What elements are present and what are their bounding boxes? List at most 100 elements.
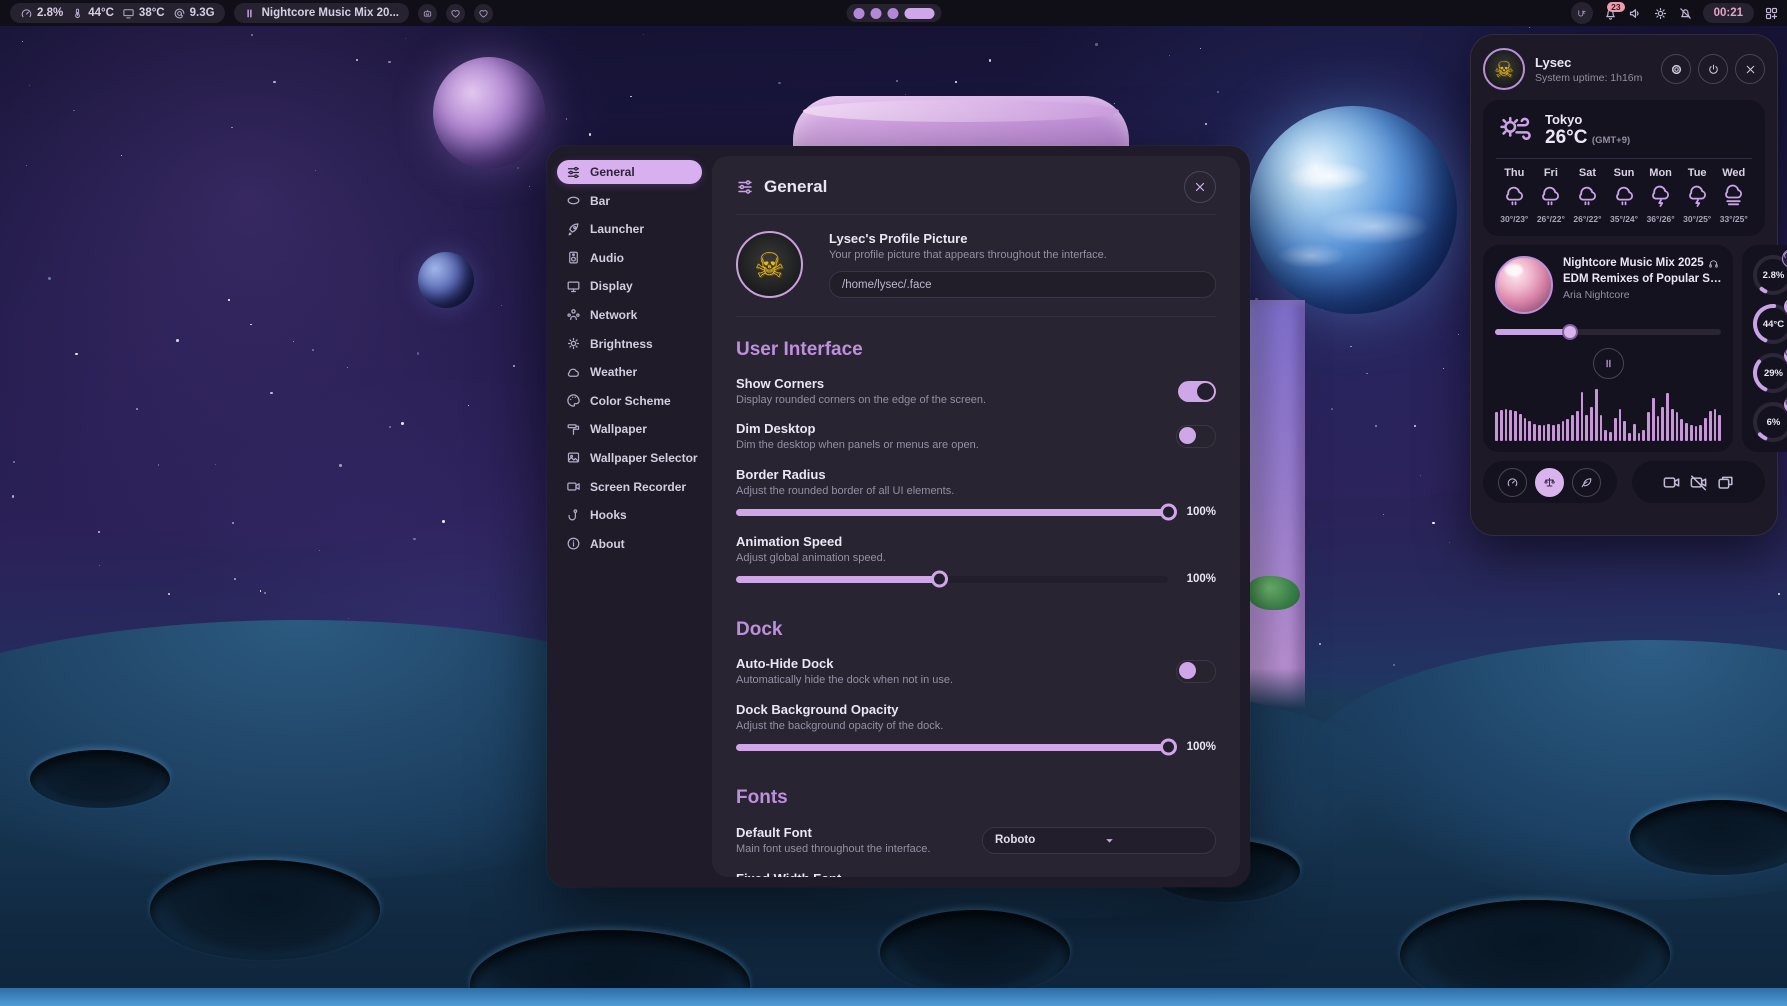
content-header: General — [736, 156, 1216, 214]
power-button[interactable] — [1698, 54, 1728, 84]
gauge-icon — [1506, 476, 1519, 489]
border-radius-value: 100% — [1180, 506, 1216, 518]
gpu-temp-stat: 38°C — [122, 7, 165, 20]
pause-button[interactable] — [1593, 348, 1624, 379]
network-stat: 9.3G — [173, 7, 215, 20]
wallpaper-bush — [1248, 576, 1300, 610]
slider-knob[interactable] — [1160, 739, 1177, 756]
forecast-day: Mon 36°/26° — [1642, 167, 1679, 224]
media-artist: Aria Nightcore — [1563, 289, 1721, 301]
system-uptime: System uptime: 1h16m — [1535, 72, 1651, 84]
do-not-disturb-button[interactable] — [1678, 6, 1693, 21]
weather-forecast: Thu 30°/23° Fri 26°/22° Sat 26°/22° Sun — [1496, 167, 1752, 224]
temperature-gauge: 44°C — [1751, 302, 1787, 346]
screen-record-off-button[interactable] — [1689, 473, 1708, 492]
settings-sidebar: General Bar Launcher Audio Display Netwo… — [557, 156, 702, 877]
slider-knob[interactable] — [1160, 504, 1177, 521]
headphones-icon — [1708, 258, 1719, 269]
system-stats-pill[interactable]: 2.8% 44°C 38°C 9.3G — [10, 3, 225, 23]
weather-card: Tokyo 26°C (GMT+9) Thu 30°/23° Fri 26°/2… — [1483, 100, 1765, 236]
workspace-dot[interactable] — [887, 8, 898, 19]
temperature-icon — [71, 7, 84, 20]
sidebar-item-screen-recorder[interactable]: Screen Recorder — [557, 475, 702, 499]
progress-knob[interactable] — [1562, 324, 1578, 340]
profile-avatar[interactable]: ☠ — [736, 231, 803, 298]
screenshot-button[interactable] — [1716, 473, 1735, 492]
album-art — [1495, 256, 1553, 314]
power-saver-profile-button[interactable] — [1572, 468, 1601, 497]
sidebar-item-network[interactable]: Network — [557, 303, 702, 327]
sidebar-item-wallpaper-selector[interactable]: Wallpaper Selector — [557, 446, 702, 470]
workspace-dot[interactable] — [853, 8, 864, 19]
brightness-button[interactable] — [1653, 6, 1668, 21]
auto-hide-dock-toggle[interactable] — [1176, 660, 1216, 683]
sidebar-item-hooks[interactable]: Hooks — [557, 503, 702, 527]
default-font-dropdown[interactable]: Roboto — [982, 827, 1216, 854]
bar-icon — [566, 193, 581, 208]
emoji-picker-button[interactable] — [418, 4, 437, 23]
notifications-button[interactable]: 23 — [1603, 6, 1618, 21]
sidebar-item-general[interactable]: General — [557, 160, 702, 184]
favorite-button-2[interactable] — [474, 4, 493, 23]
workspace-dot[interactable] — [870, 8, 881, 19]
sidebar-item-audio[interactable]: Audio — [557, 246, 702, 270]
screen-record-button[interactable] — [1662, 473, 1681, 492]
image-icon — [566, 450, 581, 465]
sidebar-item-weather[interactable]: Weather — [557, 360, 702, 384]
show-corners-toggle[interactable] — [1178, 381, 1216, 402]
power-icon — [1707, 63, 1720, 76]
cpu-stat: 2.8% — [20, 7, 63, 20]
setting-dock-opacity: Dock Background Opacity Adjust the backg… — [736, 702, 1216, 732]
sidebar-item-brightness[interactable]: Brightness — [557, 332, 702, 356]
sun-icon — [566, 336, 581, 351]
workspace-indicator[interactable] — [846, 4, 941, 22]
border-radius-slider[interactable] — [736, 509, 1168, 516]
media-progress-bar[interactable] — [1495, 329, 1721, 335]
sidebar-item-color-scheme[interactable]: Color Scheme — [557, 389, 702, 413]
tray-icon[interactable] — [1571, 2, 1593, 24]
dock-opacity-slider[interactable] — [736, 744, 1168, 751]
user-name: Lysec — [1535, 55, 1651, 70]
sidebar-item-about[interactable]: About — [557, 532, 702, 556]
section-header-user-interface: User Interface — [736, 339, 1216, 361]
profile-setting: ☠ Lysec's Profile Picture Your profile p… — [736, 231, 1216, 298]
page-title: General — [764, 177, 1174, 197]
settings-button[interactable] — [1661, 54, 1691, 84]
sidebar-item-display[interactable]: Display — [557, 274, 702, 298]
sliders-icon — [566, 165, 581, 180]
media-pill[interactable]: Nightcore Music Mix 20... — [234, 3, 409, 23]
crater — [30, 750, 170, 808]
forecast-day: Thu 30°/23° — [1496, 167, 1533, 224]
hook-icon — [566, 508, 581, 523]
animation-speed-slider[interactable] — [736, 576, 1168, 583]
section-header-dock: Dock — [736, 619, 1216, 641]
setting-show-corners: Show Corners Display rounded corners on … — [736, 376, 1216, 406]
slider-knob[interactable] — [931, 571, 948, 588]
workspace-active[interactable] — [904, 8, 934, 19]
sidebar-item-bar[interactable]: Bar — [557, 189, 702, 213]
profile-path-input[interactable]: /home/lysec/.face — [829, 271, 1216, 298]
close-panel-button[interactable] — [1735, 54, 1765, 84]
gear-icon — [1670, 63, 1683, 76]
performance-profile-button[interactable] — [1498, 468, 1527, 497]
forecast-day: Sat 26°/22° — [1569, 167, 1606, 224]
favorite-button[interactable] — [446, 4, 465, 23]
sidebar-item-launcher[interactable]: Launcher — [557, 217, 702, 241]
dock-opacity-value: 100% — [1180, 741, 1216, 753]
bell-off-icon — [1678, 6, 1693, 21]
close-button[interactable] — [1184, 171, 1216, 203]
volume-button[interactable] — [1628, 6, 1643, 21]
crater — [150, 860, 380, 960]
setting-dim-desktop: Dim Desktop Dim the desktop when panels … — [736, 421, 1216, 451]
network-usage-icon — [173, 7, 186, 20]
divider — [1496, 158, 1752, 159]
dim-desktop-toggle[interactable] — [1176, 425, 1216, 448]
balanced-profile-button[interactable] — [1535, 468, 1564, 497]
heart-icon — [478, 8, 489, 19]
app-launcher-button[interactable] — [1764, 6, 1779, 21]
sidebar-item-wallpaper[interactable]: Wallpaper — [557, 417, 702, 441]
tray-app-icon — [1576, 8, 1587, 19]
rain-icon — [1538, 184, 1563, 209]
clock[interactable]: 00:21 — [1703, 3, 1754, 23]
pause-icon — [1603, 358, 1614, 369]
